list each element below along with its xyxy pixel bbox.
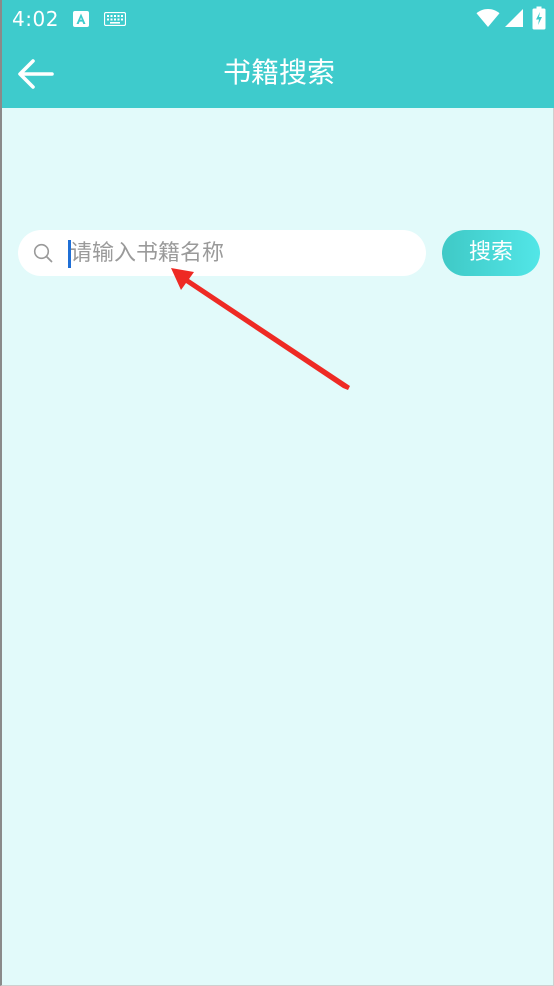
search-button[interactable]: 搜索 (442, 230, 540, 276)
status-bar: 4:02 (2, 0, 554, 38)
screen: 4:02 书籍搜索 请输入书籍名称 搜索 (0, 0, 554, 986)
a-notification-icon (73, 11, 89, 27)
battery-charging-icon (532, 6, 546, 30)
wifi-icon (476, 9, 500, 27)
page-title: 书籍搜索 (222, 56, 335, 89)
search-input[interactable] (66, 230, 420, 276)
search-box[interactable] (18, 230, 426, 276)
cell-signal-icon (505, 9, 523, 27)
keyboard-icon (104, 12, 126, 26)
annotation-arrow (171, 268, 350, 390)
status-time: 4:02 (12, 7, 59, 31)
app-bar: 书籍搜索 (2, 38, 554, 108)
search-icon (33, 243, 53, 263)
